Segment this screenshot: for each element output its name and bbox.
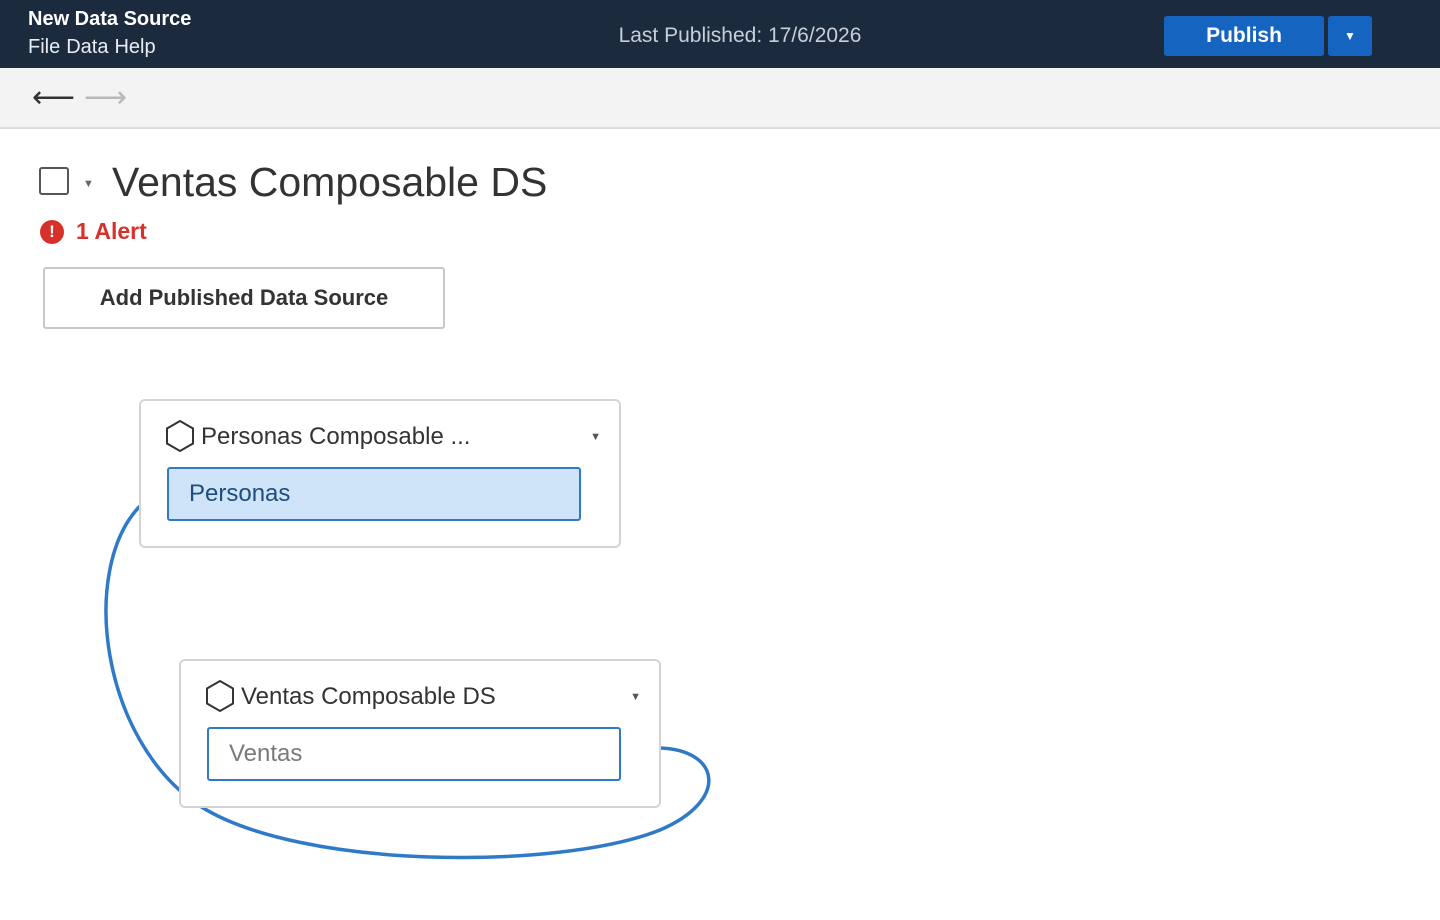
alert-icon: !	[40, 220, 64, 244]
publish-dropdown-button[interactable]: ▼	[1328, 16, 1372, 56]
card-menu-caret-icon[interactable]: ▼	[590, 431, 601, 443]
caret-down-icon: ▼	[1344, 29, 1356, 43]
publish-button[interactable]: Publish	[1164, 16, 1324, 56]
top-header: New Data Source File Data Help Last Publ…	[0, 0, 1440, 68]
table-pill-ventas[interactable]: Ventas	[207, 727, 621, 781]
table-pill-personas[interactable]: Personas	[167, 467, 581, 521]
datasource-checkbox[interactable]	[39, 167, 69, 195]
datasource-caret-icon[interactable]: ▼	[83, 178, 94, 190]
alert-link[interactable]: 1 Alert	[76, 218, 147, 245]
datasource-title: Ventas Composable DS	[112, 159, 548, 205]
navigation-bar: ⟵ ⟶	[0, 68, 1440, 129]
card-menu-caret-icon[interactable]: ▼	[630, 691, 641, 703]
card-title: Personas Composable ...	[201, 423, 471, 450]
hexagon-icon	[206, 679, 234, 713]
forward-arrow-icon[interactable]: ⟶	[84, 78, 127, 118]
datasource-card-ventas[interactable]: Ventas Composable DS ▼ Ventas	[179, 659, 661, 808]
back-arrow-icon[interactable]: ⟵	[32, 78, 75, 118]
datasource-card-personas[interactable]: Personas Composable ... ▼ Personas	[139, 399, 621, 548]
hexagon-icon	[166, 419, 194, 453]
card-title: Ventas Composable DS	[241, 683, 496, 710]
add-published-data-source-button[interactable]: Add Published Data Source	[43, 267, 445, 329]
